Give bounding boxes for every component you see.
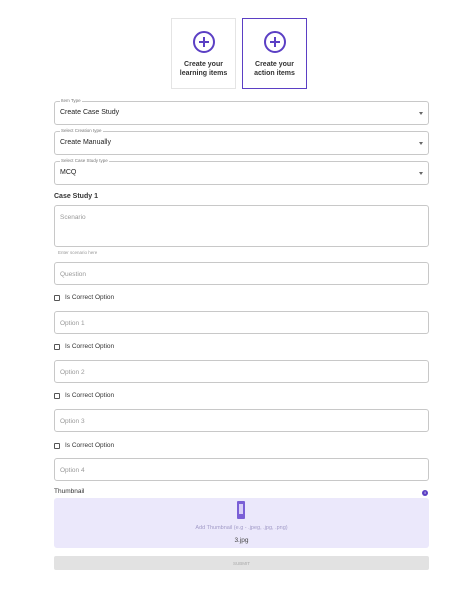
- checkbox-label: Is Correct Option: [65, 294, 115, 301]
- checkbox-label: Is Correct Option: [65, 392, 115, 399]
- card-label-line: action items: [254, 70, 295, 77]
- uploaded-file-name: 3.jpg: [234, 537, 249, 544]
- submit-button[interactable]: SUBMIT: [54, 556, 429, 570]
- item-type-select[interactable]: Item Type Create Case Study: [54, 97, 429, 125]
- option-3-input[interactable]: Option 3: [54, 409, 429, 432]
- checkbox-label: Is Correct Option: [65, 343, 115, 350]
- scenario-textarea[interactable]: Scenario: [54, 205, 429, 247]
- case-study-type-value: MCQ: [60, 169, 77, 176]
- caret-down-icon: [419, 112, 423, 115]
- option-1-input[interactable]: Option 1: [54, 311, 429, 334]
- card-label: Create your learning items: [180, 60, 227, 78]
- creation-type-legend: Select Creation type: [60, 127, 103, 135]
- correct-option-checkbox-4[interactable]: Is Correct Option: [54, 442, 114, 449]
- case-study-type-legend: Select Case Study type: [60, 157, 109, 165]
- checkbox-icon: [54, 392, 60, 399]
- card-label-line: Create your: [255, 61, 294, 68]
- info-icon[interactable]: i: [422, 490, 428, 496]
- caret-down-icon: [419, 172, 423, 175]
- thumbnail-label: Thumbnail: [54, 488, 85, 495]
- upload-hint: Add Thumbnail (e.g - .jpeg, .jpg, .png): [195, 525, 288, 531]
- correct-option-checkbox-2[interactable]: Is Correct Option: [54, 343, 114, 350]
- option-4-input[interactable]: Option 4: [54, 458, 429, 481]
- case-study-type-select[interactable]: Select Case Study type MCQ: [54, 157, 429, 185]
- case-study-heading: Case Study 1: [54, 193, 98, 200]
- creation-type-select[interactable]: Select Creation type Create Manually: [54, 127, 429, 155]
- checkbox-icon: [54, 442, 60, 449]
- plus-circle-icon: [192, 31, 215, 53]
- creation-type-value: Create Manually: [60, 139, 111, 146]
- image-file-icon: [237, 501, 245, 519]
- caret-down-icon: [419, 142, 423, 145]
- scenario-helper-text: Enter scenario here: [58, 250, 98, 255]
- item-type-value: Create Case Study: [60, 109, 120, 116]
- create-action-items-card[interactable]: Create your action items: [242, 18, 307, 89]
- option-2-input[interactable]: Option 2: [54, 360, 429, 383]
- card-label: Create your action items: [254, 60, 295, 78]
- card-label-line: Create your: [184, 61, 223, 68]
- thumbnail-upload-area[interactable]: Add Thumbnail (e.g - .jpeg, .jpg, .png) …: [54, 498, 429, 548]
- scenario-placeholder: Scenario: [60, 214, 86, 221]
- checkbox-icon: [54, 294, 60, 301]
- option-placeholder: Option 4: [60, 467, 85, 474]
- correct-option-checkbox-1[interactable]: Is Correct Option: [54, 294, 114, 301]
- correct-option-checkbox-3[interactable]: Is Correct Option: [54, 392, 114, 399]
- checkbox-icon: [54, 343, 60, 350]
- question-placeholder: Question: [60, 271, 87, 278]
- create-item-cards: Create your learning items Create your a…: [171, 18, 307, 89]
- card-label-line: learning items: [179, 70, 228, 77]
- option-placeholder: Option 1: [60, 320, 85, 327]
- plus-circle-icon: [263, 31, 286, 53]
- checkbox-label: Is Correct Option: [65, 442, 115, 449]
- item-type-legend: Item Type: [60, 97, 82, 105]
- create-learning-items-card[interactable]: Create your learning items: [171, 18, 236, 89]
- option-placeholder: Option 2: [60, 369, 85, 376]
- option-placeholder: Option 3: [60, 418, 85, 425]
- question-input[interactable]: Question: [54, 262, 429, 285]
